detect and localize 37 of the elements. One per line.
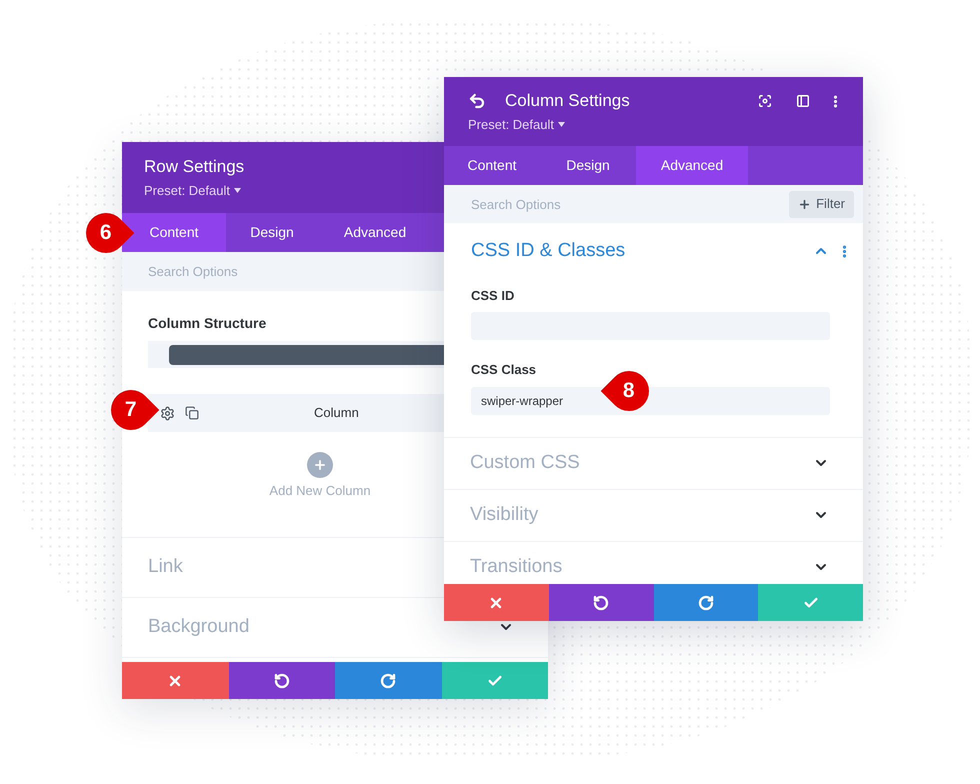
tab[interactable]: Design	[226, 213, 318, 252]
redo-icon	[698, 594, 714, 610]
tab[interactable]: Design	[540, 146, 636, 185]
column-bar[interactable]	[169, 344, 444, 364]
search-field[interactable]: Search Options Filter	[444, 185, 863, 223]
panel-title: Row Settings	[144, 156, 244, 178]
settings-icon[interactable]	[160, 406, 175, 420]
field-label: CSS ID	[471, 286, 516, 304]
plus-icon	[313, 458, 327, 472]
redo-button[interactable]	[335, 662, 442, 699]
undo-button[interactable]	[228, 662, 335, 699]
tab[interactable]: Content	[122, 213, 226, 252]
redo-button[interactable]	[654, 584, 758, 621]
column-label: Column	[314, 404, 359, 422]
back-arrow-icon[interactable]	[468, 92, 486, 110]
tab[interactable]: Content	[444, 146, 540, 185]
panel-title: Column Settings	[505, 90, 630, 112]
caret-down-icon	[558, 122, 565, 128]
undo-button[interactable]	[548, 584, 654, 621]
filter-button[interactable]: Filter	[789, 190, 854, 218]
field-label: Column Structure	[148, 314, 268, 333]
preset-dropdown[interactable]: Preset: Default	[468, 115, 565, 134]
focus-icon[interactable]	[758, 94, 772, 108]
undo-icon	[274, 672, 290, 688]
section-title[interactable]: CSS ID & Classes	[471, 237, 626, 266]
search-field[interactable]: Search Options	[122, 252, 444, 291]
tab[interactable]: Advanced	[636, 146, 748, 185]
field-label: CSS Class	[471, 361, 538, 379]
sidebar-icon[interactable]	[796, 94, 810, 108]
preset-dropdown[interactable]: Preset: Default	[144, 181, 241, 200]
plus-icon	[798, 198, 812, 210]
caret-down-icon	[234, 188, 241, 194]
column-structure-selector[interactable]	[148, 341, 444, 368]
undo-icon	[593, 594, 610, 610]
tab[interactable]: Advanced	[318, 213, 432, 252]
copy-icon[interactable]	[185, 406, 199, 420]
redo-icon	[380, 672, 396, 688]
